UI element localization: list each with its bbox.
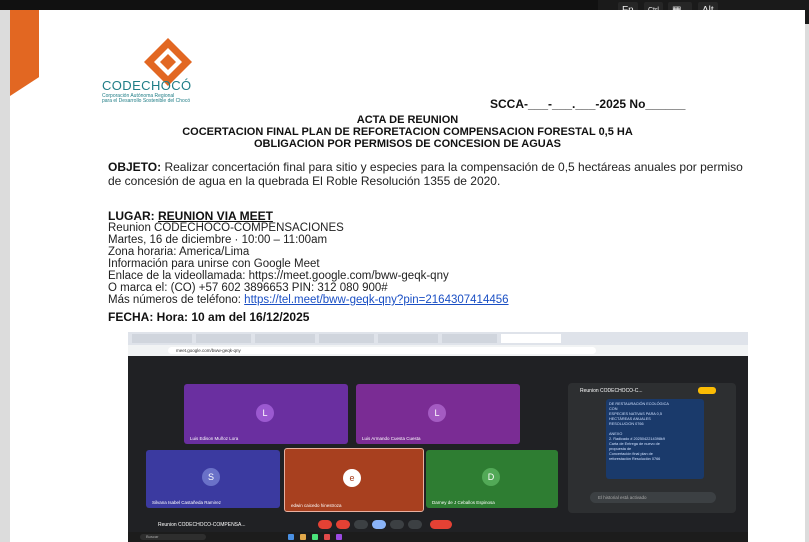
meet-video-area: L Luis Edison Muñoz Lora L Luis Armando … — [128, 356, 748, 518]
lugar-value: REUNION VIA MEET — [158, 209, 273, 223]
browser-tab-active — [501, 334, 561, 343]
more-numbers-line: Más números de teléfono: https://tel.mee… — [108, 294, 509, 306]
participant-tile: S Silvana Isabel Castañeda Ramirez — [146, 450, 280, 508]
objetivo-paragraph: OBJETO: Realizar concertación final para… — [108, 160, 748, 188]
orange-ribbon-decoration — [10, 10, 39, 96]
browser-tab — [319, 334, 374, 343]
document-subtitle-2: OBLIGACION POR PERMISOS DE CONCESION DE … — [253, 138, 561, 150]
meet-controls-bar: Reunion CODECHOCO-COMPENSA... — [128, 518, 748, 532]
browser-tab — [196, 334, 251, 343]
chat-line: reforestación Resolución 0766 — [609, 457, 661, 461]
taskbar-app-icon — [324, 534, 330, 540]
more-numbers-link[interactable]: https://tel.meet/bww-geqk-qny?pin=216430… — [244, 294, 508, 306]
lugar-label: LUGAR: — [108, 209, 155, 223]
browser-tab — [378, 334, 438, 343]
chat-title: Reunion CODECHOCO-C... — [580, 388, 643, 394]
browser-tab-strip — [128, 332, 748, 345]
chat-message: DE RESTAURACIÓN ECOLÓGICA CON ESPECIES N… — [606, 399, 704, 479]
participant-avatar: S — [202, 468, 220, 486]
taskbar-search: Buscar — [140, 534, 206, 540]
browser-tab — [442, 334, 497, 343]
lugar-heading: LUGAR: REUNION VIA MEET — [108, 209, 273, 223]
browser-tab — [132, 334, 192, 343]
more-options-icon — [408, 520, 422, 529]
camera-off-icon — [336, 520, 350, 529]
participant-avatar: D — [482, 468, 500, 486]
participant-tile: L Luis Armando Cuesta Cuesta — [356, 384, 520, 444]
taskbar-app-icon — [312, 534, 318, 540]
logo-subtitle-2: para el Desarrollo Sostenible del Chocó — [102, 98, 191, 104]
windows-taskbar: Buscar — [128, 532, 748, 542]
participant-name: Darney de J Ceballos Espinosa — [432, 500, 495, 505]
lugar-line: Reunion CODECHOCO-COMPENSACIONES — [108, 222, 344, 234]
captions-icon — [354, 520, 368, 529]
objetivo-label: OBJETO: — [108, 160, 162, 174]
participant-avatar: L — [256, 404, 274, 422]
browser-address-bar: meet.google.com/bww-geqk-qny — [128, 345, 748, 356]
participant-name: Luis Edison Muñoz Lora — [190, 436, 239, 441]
document-title: ACTA DE REUNION — [356, 114, 459, 126]
share-screen-icon — [372, 520, 386, 529]
logo-name: CODECHOCÓ — [102, 78, 192, 93]
lugar-line: Información para unirse con Google Meet — [108, 258, 320, 270]
participant-name: Silvana Isabel Castañeda Ramirez — [152, 500, 222, 505]
participant-avatar: e — [343, 469, 361, 487]
participant-name: edwin caicedo hinestroza — [291, 503, 342, 508]
meet-screenshot-image: meet.google.com/bww-geqk-qny L Luis Edis… — [128, 332, 748, 542]
objetivo-text: Realizar concertación final para sitio y… — [108, 160, 743, 188]
taskbar-app-icon — [336, 534, 342, 540]
browser-tab — [255, 334, 315, 343]
participant-tile: D Darney de J Ceballos Espinosa — [426, 450, 558, 508]
taskbar-app-icon — [288, 534, 294, 540]
document-code: SCCA-___-___.___-2025 No______ — [490, 97, 686, 111]
document-page: CODECHOCÓ Corporación Autónoma Regional … — [10, 10, 805, 542]
fecha-line: FECHA: Hora: 10 am del 16/12/2025 — [108, 310, 310, 324]
browser-url: meet.google.com/bww-geqk-qny — [168, 347, 596, 354]
participant-tile: L Luis Edison Muñoz Lora — [184, 384, 348, 444]
participant-tile: e edwin caicedo hinestroza — [284, 448, 424, 512]
chat-badge — [698, 387, 716, 394]
meeting-name: Reunion CODECHOCO-COMPENSA... — [158, 522, 246, 528]
participant-name: Luis Armando Cuesta Cuesta — [362, 436, 421, 441]
document-subtitle-1: COCERTACION FINAL PLAN DE REFORETACION C… — [182, 126, 633, 138]
leave-call-icon — [430, 520, 452, 529]
mic-off-icon — [318, 520, 332, 529]
lugar-line: Martes, 16 de diciembre · 10:00 – 11:00a… — [108, 234, 328, 246]
lugar-line: O marca el: (CO) +57 602 3896653 PIN: 31… — [108, 282, 388, 294]
chat-input: El historial está activado — [590, 492, 716, 503]
reactions-icon — [390, 520, 404, 529]
meet-chat-panel: Reunion CODECHOCO-C... DE RESTAURACIÓN E… — [568, 383, 736, 513]
participant-avatar: L — [428, 404, 446, 422]
lugar-line: Zona horaria: America/Lima — [108, 246, 250, 258]
more-numbers-label: Más números de teléfono: — [108, 294, 241, 306]
lugar-line: Enlace de la videollamada: https://meet.… — [108, 270, 449, 282]
taskbar-app-icon — [300, 534, 306, 540]
